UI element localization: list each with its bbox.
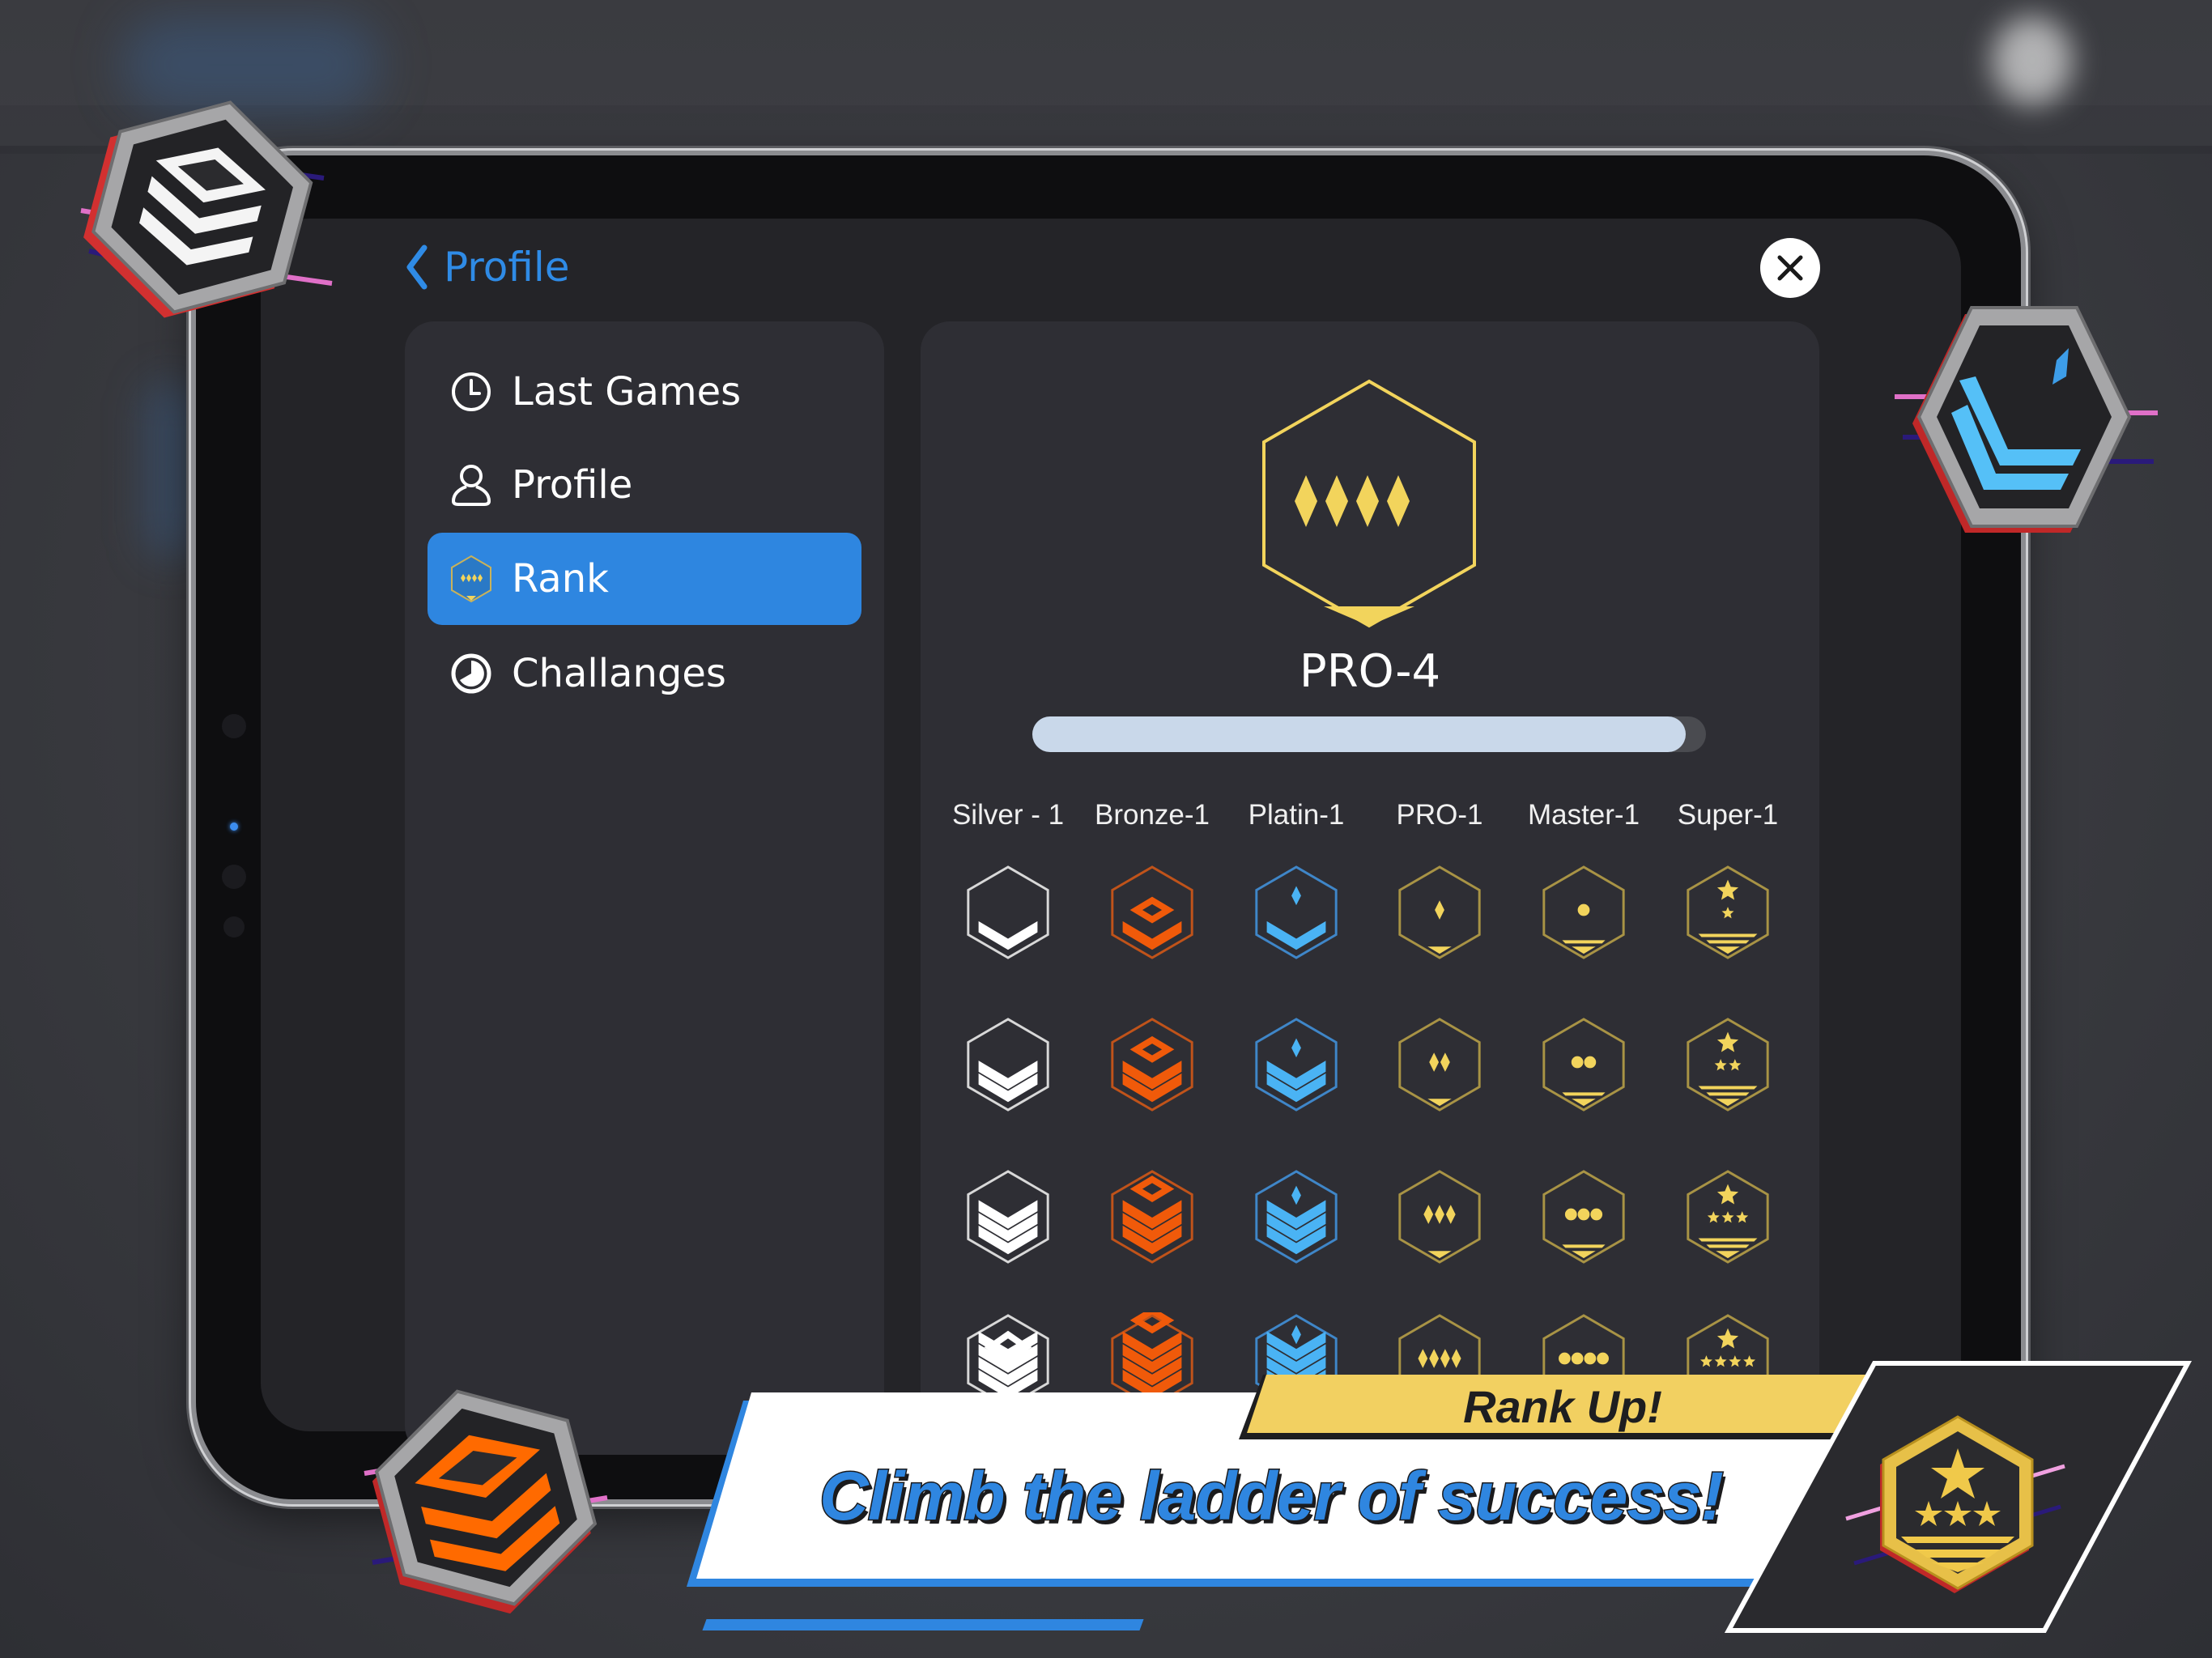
- rank-badge-bronze-2[interactable]: [1108, 1016, 1197, 1113]
- rank-badge-master-2[interactable]: [1539, 1016, 1628, 1113]
- tablet-sensor: [222, 865, 246, 889]
- rank-badge-bronze-1[interactable]: [1108, 864, 1197, 961]
- rank-panel: PRO-4 Silver - 1 Bronze-1 Platin-1 PRO-1 Mas…: [921, 321, 1819, 1455]
- rank-progress-bar: [1032, 716, 1706, 752]
- rank-badge-super-2[interactable]: [1683, 1016, 1772, 1113]
- rank-badge-icon: [449, 555, 494, 603]
- super-rank-showcase: [1725, 1361, 2193, 1633]
- sidebar-item-label: Last Games: [512, 369, 742, 414]
- rank-column-header: Bronze-1: [1094, 799, 1210, 831]
- current-rank-name: PRO-4: [1299, 645, 1441, 698]
- sidebar-item-label: Challanges: [512, 651, 726, 696]
- current-rank-badge: [1262, 379, 1476, 628]
- user-icon: [449, 462, 494, 508]
- rank-column-header: Platin-1: [1248, 799, 1345, 831]
- rank-column-header: PRO-1: [1396, 799, 1483, 831]
- silver-rank-emblem: [80, 100, 333, 318]
- sidebar-item-label: Profile: [512, 462, 633, 508]
- rank-badge-bronze-3[interactable]: [1108, 1168, 1197, 1265]
- sidebar-item-label: Rank: [512, 556, 609, 602]
- chevron-left-icon: [406, 244, 428, 290]
- rank-badge-platin-2[interactable]: [1252, 1016, 1341, 1113]
- rank-badge-platin-3[interactable]: [1252, 1168, 1341, 1265]
- sidebar-item-profile[interactable]: Profile: [428, 439, 861, 531]
- rank-badge-super-1[interactable]: [1683, 864, 1772, 961]
- sidebar-item-challenges[interactable]: Challanges: [428, 627, 861, 720]
- rank-badge-silver-3[interactable]: [963, 1168, 1053, 1265]
- bronze-rank-emblem: [364, 1389, 608, 1614]
- back-label: Profile: [444, 244, 570, 291]
- rank-column-header: Super-1: [1677, 799, 1779, 831]
- close-button[interactable]: [1760, 238, 1820, 298]
- rank-badge-master-3[interactable]: [1539, 1168, 1628, 1265]
- rank-progress-fill: [1032, 716, 1687, 752]
- tablet-sensor: [223, 916, 245, 937]
- pie-timer-icon: [449, 651, 494, 696]
- rank-badge-silver-1[interactable]: [963, 864, 1053, 961]
- rank-column-header: Silver - 1: [951, 799, 1065, 831]
- rank-badge-pro-3[interactable]: [1395, 1168, 1484, 1265]
- tablet-camera: [230, 823, 238, 831]
- close-icon: [1777, 255, 1803, 281]
- sidebar: Last Games Profile Rank Challanges: [405, 321, 884, 1455]
- rank-badge-silver-2[interactable]: [963, 1016, 1053, 1113]
- promo-slogan: Climb the ladder of success!: [819, 1457, 1725, 1536]
- platinum-rank-emblem: [1895, 306, 2158, 533]
- tablet-sensor: [222, 714, 246, 738]
- back-button[interactable]: Profile: [405, 243, 569, 291]
- blurred-background-glow: [1992, 16, 2073, 105]
- rank-badge-master-1[interactable]: [1539, 864, 1628, 961]
- clock-icon: [449, 369, 494, 414]
- sidebar-item-last-games[interactable]: Last Games: [428, 346, 861, 438]
- rank-column-header: Master-1: [1527, 799, 1640, 831]
- sidebar-item-rank[interactable]: Rank: [428, 533, 861, 625]
- blurred-background-highlight: [146, 380, 194, 559]
- rank-badge-pro-2[interactable]: [1395, 1016, 1484, 1113]
- banner-accent-line: [702, 1619, 1144, 1630]
- rank-badge-platin-1[interactable]: [1252, 864, 1341, 961]
- rank-badge-pro-1[interactable]: [1395, 864, 1484, 961]
- rank-badge-super-3[interactable]: [1683, 1168, 1772, 1265]
